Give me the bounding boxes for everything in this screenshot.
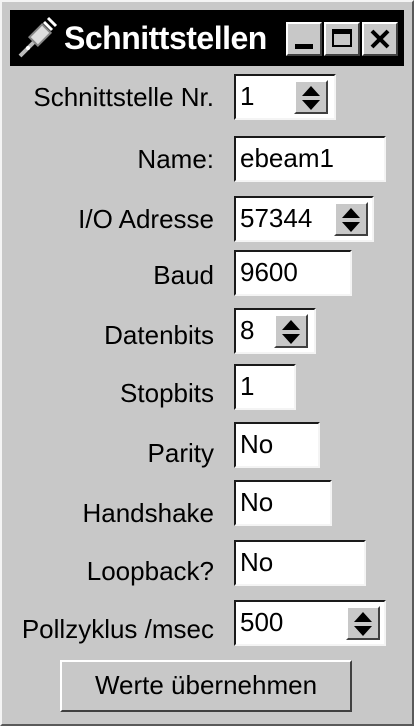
io-adresse-spinner[interactable] xyxy=(334,202,368,236)
name-value: ebeam1 xyxy=(240,143,334,173)
loopback-label: Loopback? xyxy=(86,556,214,586)
stopbits-value: 1 xyxy=(240,371,255,401)
close-button[interactable] xyxy=(362,22,398,56)
maximize-icon xyxy=(332,29,352,47)
baud-field[interactable]: 9600 xyxy=(234,250,352,296)
minimize-icon xyxy=(295,44,313,49)
baud-value: 9600 xyxy=(240,257,298,287)
title-bar[interactable]: Schnittstellen xyxy=(10,10,404,66)
name-label: Name: xyxy=(137,144,214,174)
updown-arrows-icon xyxy=(354,612,372,636)
schnittstelle-nr-value: 1 xyxy=(240,81,255,111)
handshake-label: Handshake xyxy=(82,498,214,528)
plug-icon[interactable] xyxy=(14,16,60,60)
io-adresse-value: 57344 xyxy=(240,203,313,233)
datenbits-field[interactable]: 8 xyxy=(234,308,316,354)
loopback-value: No xyxy=(240,547,274,577)
stopbits-label: Stopbits xyxy=(120,378,214,408)
pollzyklus-value: 500 xyxy=(240,607,284,637)
handshake-value: No xyxy=(240,487,274,517)
io-adresse-label: I/O Adresse xyxy=(78,204,214,234)
parity-value: No xyxy=(240,429,274,459)
pollzyklus-label: Pollzyklus /msec xyxy=(21,614,214,644)
schnittstellen-window: Schnittstellen Schnittstelle Nr. 1 Name:… xyxy=(0,0,414,726)
baud-label: Baud xyxy=(153,260,214,290)
datenbits-spinner[interactable] xyxy=(274,314,308,348)
parity-label: Parity xyxy=(147,438,214,468)
handshake-field[interactable]: No xyxy=(234,480,332,526)
minimize-button[interactable] xyxy=(286,22,322,56)
pollzyklus-field[interactable]: 500 xyxy=(234,600,386,646)
maximize-button[interactable] xyxy=(324,22,360,56)
updown-arrows-icon xyxy=(282,320,300,344)
schnittstelle-nr-field[interactable]: 1 xyxy=(234,74,336,120)
schnittstelle-nr-spinner[interactable] xyxy=(294,80,328,114)
io-adresse-field[interactable]: 57344 xyxy=(234,196,374,242)
updown-arrows-icon xyxy=(302,86,320,110)
datenbits-value: 8 xyxy=(240,315,255,345)
schnittstelle-nr-label: Schnittstelle Nr. xyxy=(33,82,214,112)
name-field[interactable]: ebeam1 xyxy=(234,136,386,182)
loopback-field[interactable]: No xyxy=(234,540,366,586)
pollzyklus-spinner[interactable] xyxy=(346,606,380,640)
parity-field[interactable]: No xyxy=(234,422,320,468)
window-title: Schnittstellen xyxy=(64,20,267,56)
updown-arrows-icon xyxy=(342,208,360,232)
datenbits-label: Datenbits xyxy=(104,320,214,350)
stopbits-field[interactable]: 1 xyxy=(234,364,296,410)
close-icon xyxy=(370,29,390,49)
apply-values-button[interactable]: Werte übernehmen xyxy=(60,660,352,712)
